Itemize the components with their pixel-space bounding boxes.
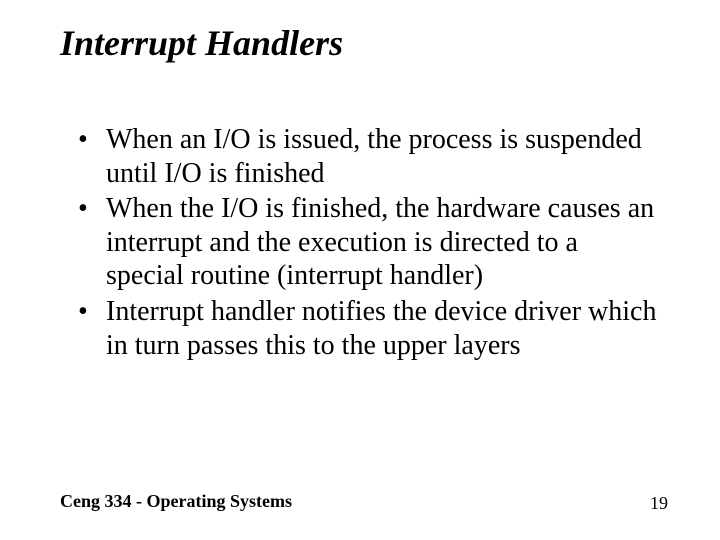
- bullet-marker: •: [78, 192, 106, 293]
- bullet-marker: •: [78, 295, 106, 362]
- bullet-text: When the I/O is finished, the hardware c…: [106, 192, 660, 293]
- slide-content: • When an I/O is issued, the process is …: [78, 123, 660, 364]
- bullet-text: When an I/O is issued, the process is su…: [106, 123, 660, 190]
- slide-title: Interrupt Handlers: [60, 22, 343, 64]
- list-item: • Interrupt handler notifies the device …: [78, 295, 660, 362]
- bullet-text: Interrupt handler notifies the device dr…: [106, 295, 660, 362]
- list-item: • When the I/O is finished, the hardware…: [78, 192, 660, 293]
- page-number: 19: [650, 493, 668, 514]
- bullet-marker: •: [78, 123, 106, 190]
- footer-course: Ceng 334 - Operating Systems: [60, 491, 292, 512]
- list-item: • When an I/O is issued, the process is …: [78, 123, 660, 190]
